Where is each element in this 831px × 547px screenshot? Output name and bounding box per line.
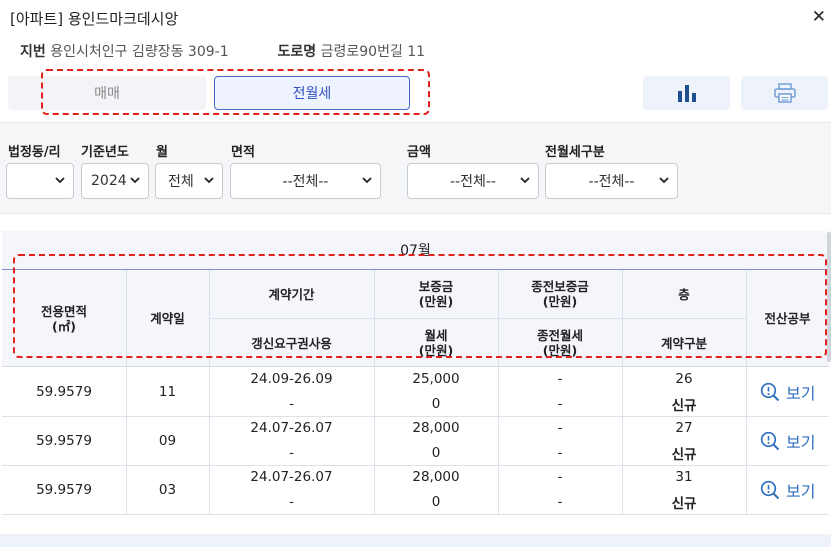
view-button[interactable]: 보기	[760, 381, 815, 403]
address-line: 지번 용인시처인구 김량장동 309-1 도로명 금령로90번길 11	[20, 41, 425, 61]
area-label: 면적	[231, 145, 255, 160]
footer-strip	[0, 534, 831, 547]
header-floor: 층	[678, 286, 690, 302]
area-select[interactable]: --전체--	[230, 163, 381, 199]
row-monthly: 0	[431, 444, 441, 461]
search-icon	[760, 480, 780, 500]
amount-select[interactable]: --전체--	[407, 163, 539, 199]
dong-select[interactable]	[6, 163, 74, 199]
scrollbar[interactable]	[827, 232, 831, 362]
road-value: 금령로90번길 11	[320, 44, 426, 60]
view-label: 보기	[786, 384, 816, 403]
row-deposit: 28,000	[412, 469, 460, 485]
chart-button[interactable]	[643, 76, 730, 110]
row-area: 59.9579	[36, 432, 92, 449]
header-period: 계약기간	[268, 286, 315, 302]
header-register: 전산공부	[764, 311, 811, 326]
view-label: 보기	[786, 482, 816, 501]
year-select[interactable]: 2024	[81, 163, 149, 199]
row-prev-deposit: -	[557, 371, 563, 387]
header-day: 계약일	[150, 311, 185, 326]
tab-sale[interactable]: 매매	[8, 76, 206, 110]
transactions-table: 07월 전용면적 (㎡) 계약일 계약기간 보증금 (만원) 종전보증금 (만원…	[2, 229, 829, 547]
header-deposit: 보증금 (만원)	[418, 279, 454, 309]
dong-label: 법정동/리	[8, 145, 61, 160]
view-button[interactable]: 보기	[760, 430, 815, 452]
rent-type-select-value: --전체--	[588, 174, 635, 190]
row-contract-type: 신규	[671, 446, 697, 463]
chevron-down-icon	[659, 177, 669, 184]
amount-label: 금액	[407, 145, 431, 160]
month-title: 07월	[2, 231, 829, 269]
printer-icon	[773, 83, 796, 103]
row-renewal: -	[289, 444, 294, 461]
row-floor: 26	[675, 371, 693, 387]
view-button[interactable]: 보기	[760, 479, 815, 501]
chevron-down-icon	[362, 177, 372, 184]
tab-rent[interactable]: 전월세	[214, 76, 410, 110]
row-period: 24.09-26.09	[250, 371, 333, 387]
chevron-down-icon	[55, 177, 65, 184]
row-monthly: 0	[431, 395, 441, 412]
row-deposit: 25,000	[412, 371, 460, 387]
row-renewal: -	[289, 395, 294, 412]
row-period: 24.07-26.07	[250, 469, 333, 485]
header-contract-type: 계약구분	[660, 335, 707, 351]
row-prev-monthly: -	[557, 444, 563, 461]
view-label: 보기	[786, 433, 816, 452]
search-icon	[760, 431, 780, 451]
row-prev-monthly: -	[557, 395, 563, 412]
chevron-down-icon	[130, 177, 140, 184]
row-monthly: 0	[431, 493, 441, 510]
header-monthly: 월세 (만원)	[418, 328, 454, 358]
table-header: 전용면적 (㎡) 계약일 계약기간 보증금 (만원) 종전보증금 (만원) 층 …	[2, 269, 829, 367]
rent-type-label: 전월세구분	[545, 145, 605, 160]
header-area: 전용면적 (㎡)	[40, 303, 87, 334]
row-area: 59.9579	[36, 383, 92, 400]
header-renewal: 갱신요구권사용	[251, 335, 332, 351]
year-select-value: 2024	[91, 173, 127, 189]
chevron-down-icon	[520, 177, 530, 184]
row-deposit: 28,000	[412, 420, 460, 436]
area-select-value: --전체--	[282, 174, 329, 190]
row-prev-deposit: -	[557, 469, 563, 485]
row-day: 03	[158, 481, 177, 498]
row-day: 11	[158, 383, 177, 400]
amount-select-value: --전체--	[450, 174, 496, 190]
month-select[interactable]: 전체	[155, 163, 223, 199]
row-contract-type: 신규	[671, 495, 697, 512]
row-area: 59.9579	[36, 481, 92, 498]
row-floor: 27	[675, 420, 693, 436]
row-contract-type: 신규	[671, 397, 697, 414]
row-period: 24.07-26.07	[250, 420, 333, 436]
chevron-down-icon	[204, 177, 214, 184]
rent-type-select[interactable]: --전체--	[545, 163, 678, 199]
dialog-title: [아파트] 용인드마크데시앙	[10, 10, 179, 28]
close-icon[interactable]: ✕	[812, 7, 826, 27]
jibun-value: 용인시처인구 김량장동 309-1	[50, 44, 229, 60]
jibun-label: 지번	[20, 44, 46, 60]
year-label: 기준년도	[81, 145, 129, 160]
row-day: 09	[158, 432, 177, 449]
month-select-value: 전체	[168, 174, 194, 190]
print-button[interactable]	[741, 76, 828, 110]
header-prev-deposit: 종전보증금 (만원)	[531, 279, 589, 309]
row-prev-deposit: -	[557, 420, 563, 436]
row-renewal: -	[289, 493, 294, 510]
search-icon	[760, 382, 780, 402]
bar-chart-icon	[677, 85, 696, 102]
dialog-header: [아파트] 용인드마크데시앙 ✕	[0, 0, 831, 36]
road-label: 도로명	[277, 44, 317, 60]
month-label: 월	[156, 145, 168, 160]
header-prev-monthly: 종전월세 (만원)	[536, 328, 583, 358]
row-prev-monthly: -	[557, 493, 563, 510]
row-floor: 31	[675, 469, 693, 485]
